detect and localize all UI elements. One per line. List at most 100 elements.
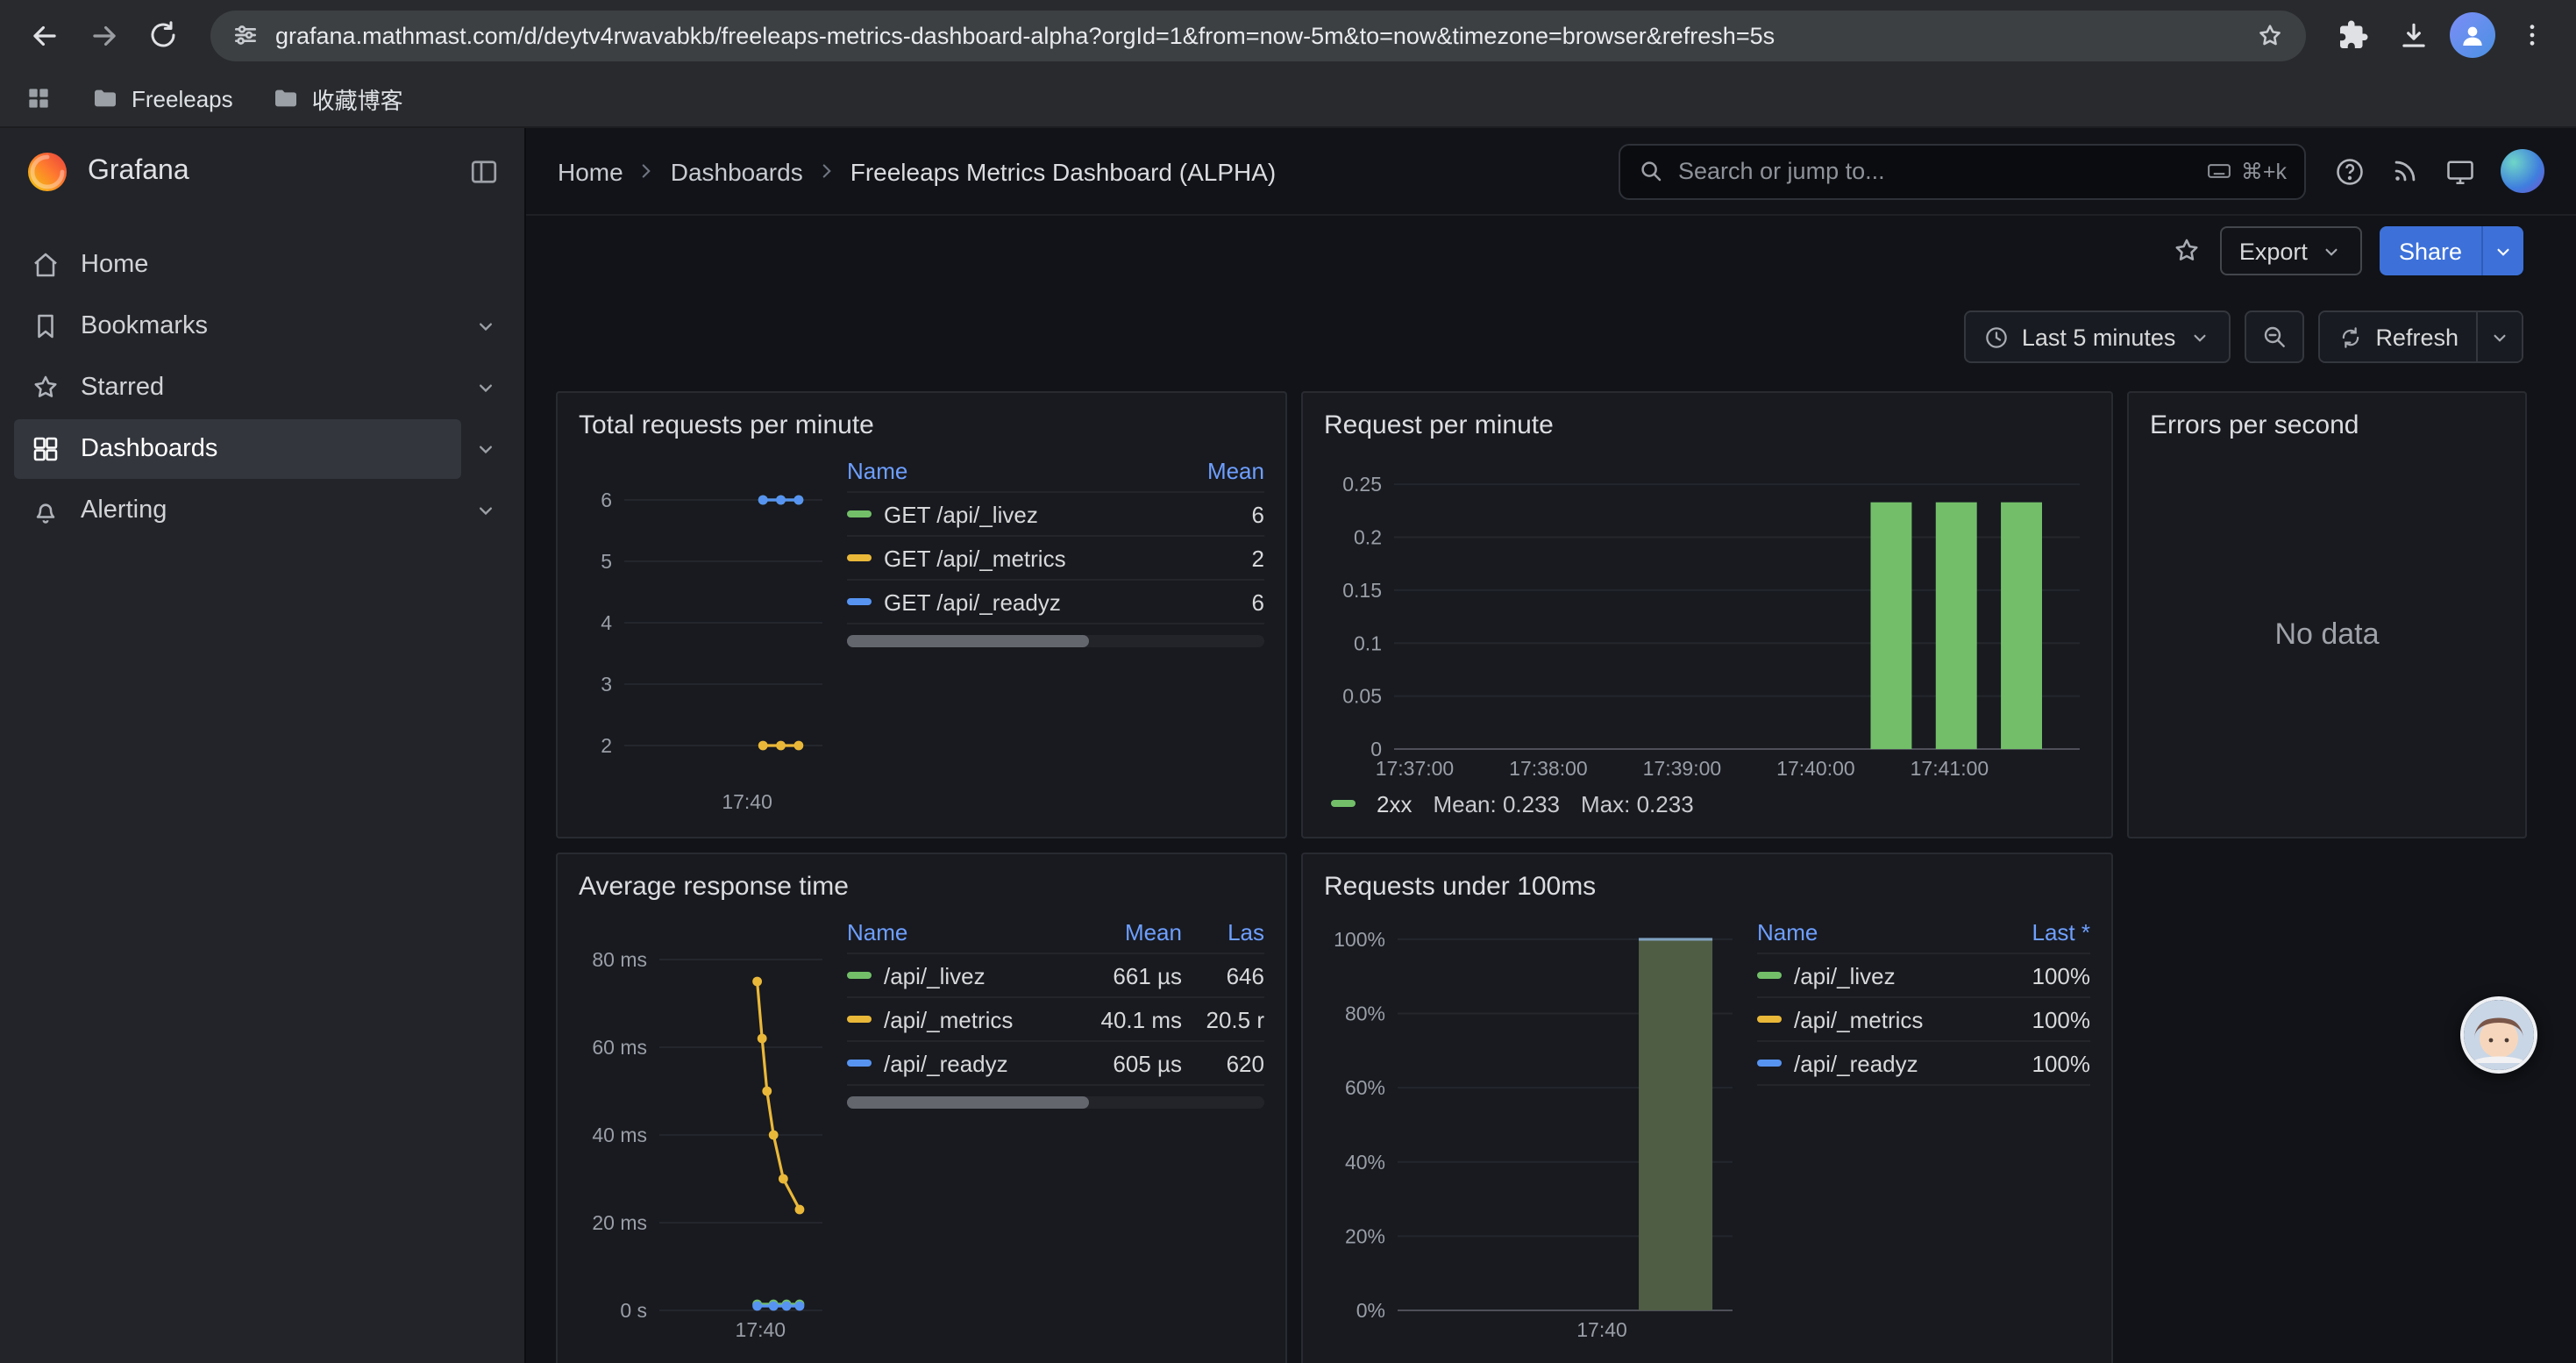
search-box[interactable]: ⌘+k <box>1619 143 2306 199</box>
keyboard-icon <box>2206 158 2232 184</box>
legend-header-last[interactable]: Las <box>1194 918 1264 945</box>
apps-grid-icon[interactable] <box>25 84 53 112</box>
export-button[interactable]: Export <box>2220 226 2362 275</box>
legend-series-name[interactable]: /api/_metrics <box>884 1006 1057 1032</box>
panel-title[interactable]: Requests under 100ms <box>1324 868 2090 907</box>
bookmark-icon <box>30 310 61 342</box>
back-button[interactable] <box>18 9 70 61</box>
zoom-out-button[interactable] <box>2244 310 2303 363</box>
legend-series-name[interactable]: /api/_livez <box>884 962 1057 988</box>
legend-header-name[interactable]: Name <box>1757 918 1976 945</box>
panel-title[interactable]: Request per minute <box>1324 407 2090 446</box>
bookmark-folder-freeleaps[interactable]: Freeleaps <box>91 84 233 112</box>
bookmark-star-icon[interactable] <box>2255 20 2285 50</box>
downloads-button[interactable] <box>2387 9 2439 61</box>
svg-text:17:40:00: 17:40:00 <box>1776 757 1855 780</box>
chevron-down-icon[interactable] <box>461 481 510 540</box>
legend-header-name[interactable]: Name <box>847 457 1150 483</box>
grafana-header-main: Home Dashboards Freeleaps Metrics Dashbo… <box>526 128 2576 216</box>
panel-average-response-time: Average response time 80 ms60 ms40 ms20 … <box>556 853 1287 1363</box>
profile-button[interactable] <box>2446 9 2499 61</box>
floating-assistant-avatar[interactable] <box>2460 996 2537 1074</box>
scrollbar-thumb[interactable] <box>847 1096 1089 1109</box>
mega-menu-toggle[interactable] <box>468 156 500 188</box>
reload-button[interactable] <box>137 9 189 61</box>
bookmark-label: Freeleaps <box>132 85 233 111</box>
legend-row[interactable]: GET /api/_readyz 6 <box>847 581 1264 624</box>
svg-text:17:40: 17:40 <box>736 1318 786 1341</box>
chevron-right-icon <box>636 160 658 182</box>
horizontal-scrollbar[interactable] <box>847 635 1264 647</box>
extensions-button[interactable] <box>2327 9 2380 61</box>
legend-series-last: 20.5 r <box>1194 1006 1264 1032</box>
chevron-down-icon[interactable] <box>461 419 510 479</box>
search-input[interactable] <box>1678 158 2192 184</box>
legend-series-mean: 6 <box>1163 501 1264 527</box>
url-text[interactable]: grafana.mathmast.com/d/deytv4rwavabkb/fr… <box>275 22 2239 48</box>
sidebar-link-alerting[interactable]: Alerting <box>14 481 461 540</box>
legend-row[interactable]: /api/_readyz 100% <box>1757 1042 2090 1086</box>
legend-row[interactable]: /api/_livez 100% <box>1757 954 2090 998</box>
favorite-dashboard-button[interactable] <box>2171 235 2202 267</box>
chevron-down-icon[interactable] <box>461 358 510 417</box>
panel-errors-per-second: Errors per second No data <box>2127 391 2527 838</box>
legend-row[interactable]: /api/_metrics 100% <box>1757 998 2090 1042</box>
svg-text:5: 5 <box>601 550 612 573</box>
legend-series-name[interactable]: /api/_readyz <box>884 1050 1057 1076</box>
sidebar-link-starred[interactable]: Starred <box>14 358 461 417</box>
legend-mean-stat: Mean: 0.233 <box>1433 790 1560 817</box>
breadcrumb-home[interactable]: Home <box>558 157 623 185</box>
refresh-interval-button[interactable] <box>2476 312 2522 361</box>
legend-row[interactable]: /api/_livez 661 µs 646 <box>847 954 1264 998</box>
grafana-header: Grafana Home Dashboards Freeleaps Metric… <box>0 128 2576 216</box>
horizontal-scrollbar[interactable] <box>847 1096 1264 1109</box>
legend-header-name[interactable]: Name <box>847 918 1057 945</box>
legend-header-last[interactable]: Last * <box>1989 918 2090 945</box>
legend-series-name[interactable]: /api/_readyz <box>1794 1050 1976 1076</box>
bookmark-folder-blogs[interactable]: 收藏博客 <box>272 82 403 115</box>
legend-row[interactable]: GET /api/_metrics 2 <box>847 537 1264 581</box>
breadcrumb-dashboards[interactable]: Dashboards <box>671 157 803 185</box>
legend-row[interactable]: GET /api/_livez 6 <box>847 493 1264 537</box>
chevron-down-icon[interactable] <box>461 296 510 356</box>
folder-icon <box>91 84 119 112</box>
panel-title[interactable]: Total requests per minute <box>579 407 1264 446</box>
site-settings-icon[interactable] <box>231 21 260 49</box>
sidebar-label: Bookmarks <box>81 312 208 340</box>
legend-series-name[interactable]: GET /api/_readyz <box>884 589 1150 615</box>
svg-text:0.05: 0.05 <box>1342 685 1382 708</box>
sidebar-link-dashboards[interactable]: Dashboards <box>14 419 461 479</box>
sidebar-link-home[interactable]: Home <box>14 235 510 295</box>
browser-menu-button[interactable] <box>2506 9 2558 61</box>
panel-title[interactable]: Errors per second <box>2150 407 2504 446</box>
legend-series-last: 100% <box>1989 1006 2090 1032</box>
legend-header-mean[interactable]: Mean <box>1070 918 1182 945</box>
scrollbar-thumb[interactable] <box>847 635 1089 647</box>
chevron-right-icon <box>815 160 838 182</box>
legend-row[interactable]: /api/_metrics 40.1 ms 20.5 r <box>847 998 1264 1042</box>
legend-series-name[interactable]: GET /api/_livez <box>884 501 1150 527</box>
legend-series-name[interactable]: /api/_metrics <box>1794 1006 1976 1032</box>
panel-title[interactable]: Average response time <box>579 868 1264 907</box>
legend-series-name[interactable]: 2xx <box>1377 790 1412 817</box>
request-per-minute-legend[interactable]: 2xx Mean: 0.233 Max: 0.233 <box>1324 784 2090 823</box>
legend-max-stat: Max: 0.233 <box>1581 790 1694 817</box>
legend-series-name[interactable]: GET /api/_metrics <box>884 545 1150 571</box>
share-menu-button[interactable] <box>2481 226 2523 275</box>
legend-row[interactable]: /api/_readyz 605 µs 620 <box>847 1042 1264 1086</box>
share-button[interactable]: Share <box>2380 226 2481 275</box>
time-range-picker[interactable]: Last 5 minutes <box>1964 310 2231 363</box>
legend-header-mean[interactable]: Mean <box>1163 457 1264 483</box>
forward-button[interactable] <box>77 9 130 61</box>
svg-text:6: 6 <box>601 489 612 511</box>
series-color-swatch <box>847 598 872 605</box>
user-avatar[interactable] <box>2501 149 2544 193</box>
address-bar[interactable]: grafana.mathmast.com/d/deytv4rwavabkb/fr… <box>210 10 2306 61</box>
news-rss-icon[interactable] <box>2390 156 2420 186</box>
legend-header-row: Name Mean Las <box>847 910 1264 954</box>
monitor-icon[interactable] <box>2444 155 2476 187</box>
help-icon[interactable] <box>2334 155 2366 187</box>
legend-series-name[interactable]: /api/_livez <box>1794 962 1976 988</box>
refresh-button[interactable]: Refresh <box>2319 312 2476 361</box>
sidebar-link-bookmarks[interactable]: Bookmarks <box>14 296 461 356</box>
